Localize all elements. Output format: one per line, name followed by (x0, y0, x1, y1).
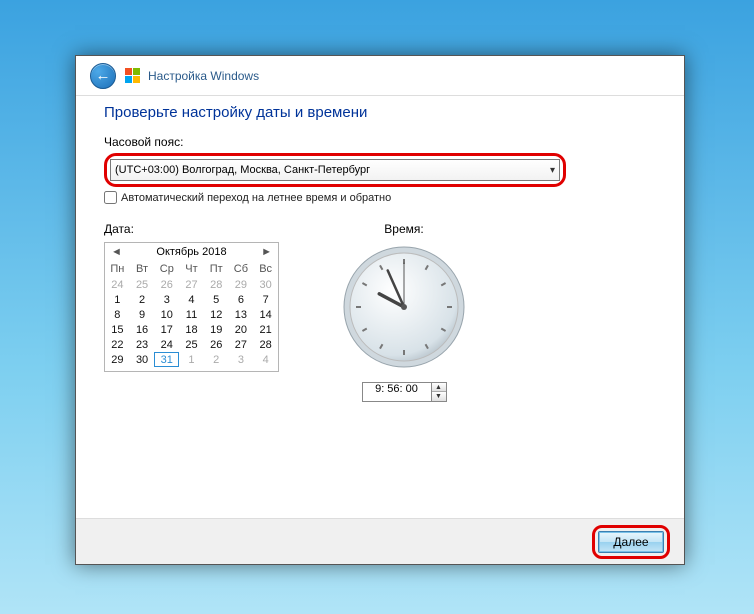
analog-clock-icon (339, 242, 469, 372)
calendar-dow: Вс (253, 261, 278, 277)
calendar-month-title: Октябрь 2018 (156, 246, 226, 258)
calendar-dow: Чт (179, 261, 204, 277)
windows-logo-icon (124, 68, 140, 84)
timezone-highlight: (UTC+03:00) Волгоград, Москва, Санкт-Пет… (104, 153, 566, 187)
time-column: Время: 9: 56: 0 (339, 222, 469, 402)
date-label: Дата: (104, 222, 279, 236)
back-button[interactable]: ← (90, 63, 116, 89)
calendar-day[interactable]: 1 (105, 292, 130, 307)
calendar-day[interactable]: 19 (204, 322, 229, 337)
calendar-day[interactable]: 13 (229, 307, 254, 322)
timezone-selected-text: (UTC+03:00) Волгоград, Москва, Санкт-Пет… (115, 164, 370, 176)
calendar-day[interactable]: 7 (253, 292, 278, 307)
calendar-day[interactable]: 6 (229, 292, 254, 307)
calendar-day[interactable]: 20 (229, 322, 254, 337)
calendar-prev-icon[interactable]: ◄ (111, 246, 122, 258)
calendar-day[interactable]: 28 (204, 277, 229, 292)
calendar-day[interactable]: 18 (179, 322, 204, 337)
calendar-day[interactable]: 10 (154, 307, 179, 322)
calendar-dow: Сб (229, 261, 254, 277)
calendar-day[interactable]: 31 (154, 352, 179, 367)
calendar-day[interactable]: 28 (253, 337, 278, 352)
calendar-day[interactable]: 23 (130, 337, 155, 352)
time-label: Время: (339, 222, 469, 236)
window-title: Настройка Windows (148, 69, 259, 83)
calendar-day[interactable]: 14 (253, 307, 278, 322)
calendar-day[interactable]: 24 (105, 277, 130, 292)
date-column: Дата: ◄ Октябрь 2018 ► ПнВтСрЧтПтСбВс242… (104, 222, 279, 402)
calendar-day[interactable]: 22 (105, 337, 130, 352)
calendar-day[interactable]: 1 (179, 352, 204, 367)
calendar-day[interactable]: 9 (130, 307, 155, 322)
calendar-day[interactable]: 24 (154, 337, 179, 352)
calendar-day[interactable]: 26 (154, 277, 179, 292)
time-field-wrap: 9: 56: 00 ▲ ▼ (339, 382, 469, 402)
titlebar: ← Настройка Windows (76, 56, 684, 96)
calendar-day[interactable]: 4 (179, 292, 204, 307)
setup-dialog: ← Настройка Windows Проверьте настройку … (75, 55, 685, 565)
spinner-up-icon[interactable]: ▲ (432, 383, 446, 392)
calendar-day[interactable]: 12 (204, 307, 229, 322)
dst-row[interactable]: Автоматический переход на летнее время и… (104, 191, 656, 204)
calendar-day[interactable]: 27 (229, 337, 254, 352)
calendar-grid: ПнВтСрЧтПтСбВс24252627282930123456789101… (105, 261, 278, 367)
spinner-down-icon[interactable]: ▼ (432, 392, 446, 401)
dst-checkbox[interactable] (104, 191, 117, 204)
chevron-down-icon: ▾ (550, 165, 555, 176)
calendar-day[interactable]: 16 (130, 322, 155, 337)
calendar-day[interactable]: 30 (130, 352, 155, 367)
next-highlight: Далее (592, 525, 670, 559)
content-area: Проверьте настройку даты и времени Часов… (76, 96, 684, 518)
calendar-day[interactable]: 29 (229, 277, 254, 292)
calendar-day[interactable]: 25 (179, 337, 204, 352)
calendar-day[interactable]: 27 (179, 277, 204, 292)
calendar-day[interactable]: 15 (105, 322, 130, 337)
time-spinner[interactable]: ▲ ▼ (432, 382, 447, 402)
time-input[interactable]: 9: 56: 00 (362, 382, 432, 402)
calendar-day[interactable]: 17 (154, 322, 179, 337)
timezone-label: Часовой пояс: (104, 135, 656, 149)
calendar-dow: Пт (204, 261, 229, 277)
calendar-day[interactable]: 3 (154, 292, 179, 307)
calendar-day[interactable]: 29 (105, 352, 130, 367)
timezone-dropdown[interactable]: (UTC+03:00) Волгоград, Москва, Санкт-Пет… (110, 159, 560, 181)
calendar-day[interactable]: 3 (229, 352, 254, 367)
calendar[interactable]: ◄ Октябрь 2018 ► ПнВтСрЧтПтСбВс242526272… (104, 242, 279, 372)
next-button-label: Далее (613, 535, 648, 549)
calendar-day[interactable]: 30 (253, 277, 278, 292)
calendar-next-icon[interactable]: ► (261, 246, 272, 258)
calendar-dow: Ср (154, 261, 179, 277)
calendar-day[interactable]: 25 (130, 277, 155, 292)
calendar-day[interactable]: 5 (204, 292, 229, 307)
calendar-day[interactable]: 11 (179, 307, 204, 322)
arrow-left-icon: ← (96, 67, 111, 84)
calendar-day[interactable]: 2 (204, 352, 229, 367)
calendar-dow: Вт (130, 261, 155, 277)
calendar-day[interactable]: 26 (204, 337, 229, 352)
next-button[interactable]: Далее (598, 531, 664, 553)
calendar-day[interactable]: 2 (130, 292, 155, 307)
calendar-day[interactable]: 8 (105, 307, 130, 322)
dialog-footer: Далее (76, 518, 684, 564)
calendar-dow: Пн (105, 261, 130, 277)
page-heading: Проверьте настройку даты и времени (104, 104, 656, 121)
dst-label: Автоматический переход на летнее время и… (121, 192, 391, 204)
calendar-day[interactable]: 21 (253, 322, 278, 337)
calendar-day[interactable]: 4 (253, 352, 278, 367)
